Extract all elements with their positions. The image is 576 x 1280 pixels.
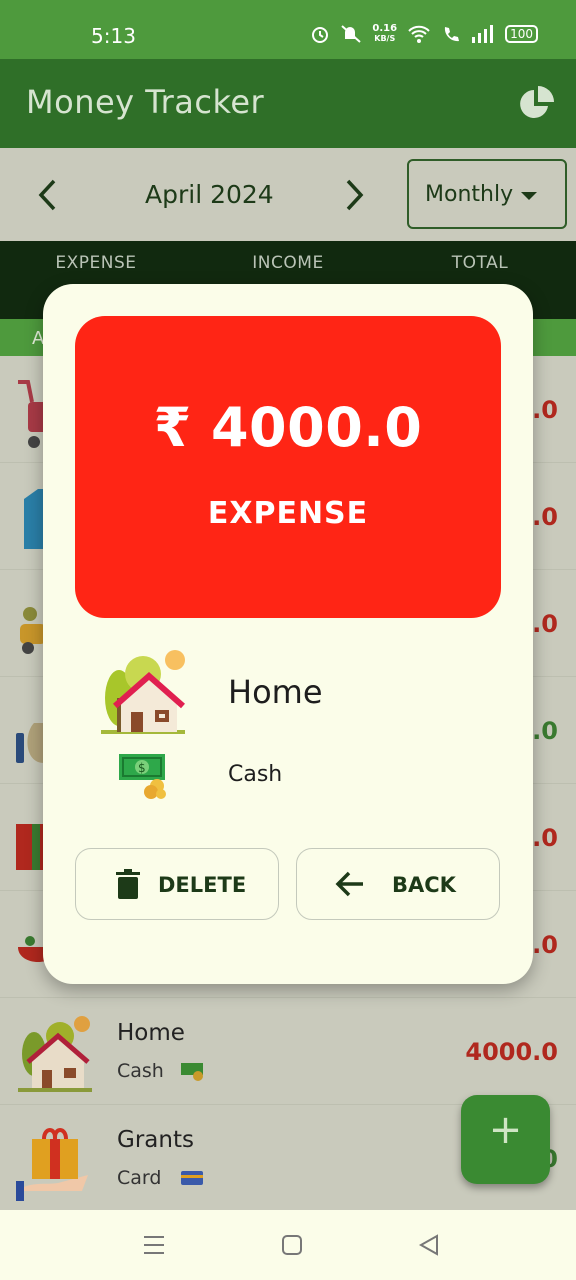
system-nav-bar (0, 1210, 576, 1280)
add-transaction-button[interactable]: + (461, 1095, 550, 1184)
status-icons: 0.16 KB/S 100 (310, 24, 538, 44)
card-icon (181, 1171, 203, 1185)
dialog-transaction-type: EXPENSE (207, 496, 369, 531)
home-nav-icon[interactable] (281, 1234, 303, 1256)
delete-button[interactable]: DELETE (75, 848, 279, 920)
delete-label: DELETE (158, 873, 247, 897)
list-item-account: Cash (117, 1060, 164, 1082)
transaction-detail-dialog: ₹ 4000.0 EXPENSE Home $ Cash DELETE BACK (43, 284, 533, 984)
battery-icon: 100 (505, 25, 538, 43)
amount-card: ₹ 4000.0 EXPENSE (75, 316, 501, 618)
cash-icon: $ (119, 754, 166, 799)
home-icon (18, 1016, 92, 1092)
cash-icon (181, 1063, 203, 1081)
app-bar: Money Tracker (0, 59, 576, 148)
home-icon (101, 650, 185, 734)
call-icon (444, 27, 460, 42)
net-speed: 0.16 KB/S (372, 23, 398, 44)
mute-icon (341, 25, 362, 43)
period-bar: April 2024 Monthly (0, 148, 576, 241)
summary-total: TOTAL (451, 253, 509, 273)
chevron-down-icon (521, 192, 537, 200)
arrow-left-icon (335, 871, 363, 897)
summary-expense: EXPENSE (55, 253, 137, 273)
back-label: BACK (392, 873, 456, 897)
signal-icon (472, 25, 494, 43)
summary-income: INCOME (252, 253, 324, 273)
alarm-icon (312, 27, 329, 43)
chevron-left-icon[interactable] (34, 178, 62, 212)
list-item[interactable]: Home Cash 4000.0 (0, 998, 576, 1105)
list-item-category: Home (117, 1020, 185, 1046)
plus-icon: + (488, 1107, 523, 1153)
list-item-amount: 4000.0 (465, 1038, 558, 1066)
status-time: 5:13 (91, 24, 136, 48)
dialog-category: Home (228, 673, 323, 711)
chevron-right-icon[interactable] (340, 178, 368, 212)
dialog-amount: ₹ 4000.0 (153, 396, 423, 459)
recents-icon[interactable] (143, 1234, 165, 1256)
trash-icon (116, 869, 140, 899)
period-mode-label: Monthly (425, 182, 514, 207)
pie-chart-icon[interactable] (518, 86, 554, 122)
dialog-account: Cash (228, 762, 283, 787)
list-item-account: Card (117, 1167, 162, 1189)
status-bar: 5:13 0.16 KB/S 100 (0, 0, 576, 59)
list-item-category: Grants (117, 1127, 194, 1153)
back-nav-icon[interactable] (418, 1234, 440, 1256)
svg-text:$: $ (138, 761, 146, 775)
back-button[interactable]: BACK (296, 848, 500, 920)
wifi-icon (408, 25, 430, 43)
grants-icon (16, 1128, 88, 1201)
period-label: April 2024 (145, 180, 274, 209)
app-title: Money Tracker (26, 83, 265, 121)
period-mode-select[interactable]: Monthly (407, 159, 567, 229)
